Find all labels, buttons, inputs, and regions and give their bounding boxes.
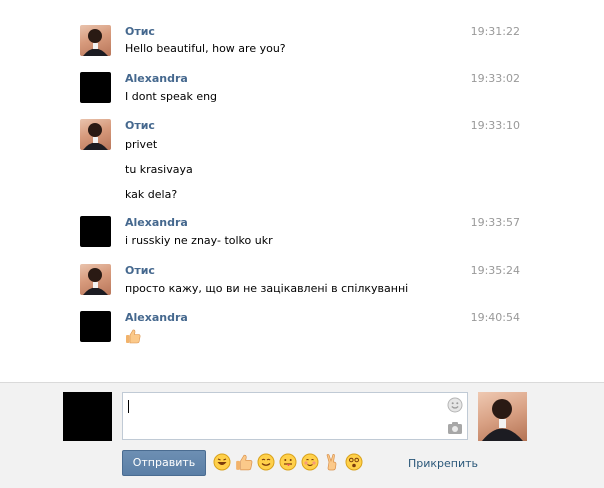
tongue-face-icon[interactable] — [279, 453, 297, 471]
message-text: i russkiy ne znay- tolko ukr — [125, 234, 273, 247]
message-text: tu krasivaya — [125, 163, 193, 176]
message-text: kak dela? — [125, 188, 178, 201]
smile-icon[interactable] — [447, 397, 463, 413]
author-name[interactable]: Отис — [125, 264, 155, 277]
my-avatar[interactable] — [63, 392, 112, 441]
laughing-face-icon[interactable] — [213, 453, 231, 471]
message-text: I dont speak eng — [125, 90, 218, 103]
avatar[interactable] — [80, 264, 111, 295]
message-history: Отис 19:31:22 Hello beautiful, how are y… — [0, 0, 604, 382]
message-text: privet — [125, 138, 158, 151]
message-input[interactable] — [122, 392, 468, 440]
text-caret — [128, 400, 129, 413]
message-composer: Отправить Прикрепить — [0, 382, 604, 488]
victory-hand-icon[interactable] — [323, 453, 341, 471]
thumbs-up-icon[interactable] — [235, 453, 253, 471]
avatar[interactable] — [80, 25, 111, 56]
avatar[interactable] — [80, 72, 111, 103]
send-button[interactable]: Отправить — [122, 450, 206, 476]
avatar[interactable] — [80, 216, 111, 247]
timestamp[interactable]: 19:40:54 — [471, 311, 520, 324]
camera-icon[interactable] — [447, 421, 463, 435]
avatar[interactable] — [80, 119, 111, 150]
message-text: просто кажу, що ви не зацікавлені в спіл… — [125, 282, 409, 295]
avatar[interactable] — [80, 311, 111, 342]
peer-avatar[interactable] — [478, 392, 527, 441]
timestamp[interactable]: 19:35:24 — [471, 264, 520, 277]
author-name[interactable]: Alexandra — [125, 311, 188, 324]
author-name[interactable]: Отис — [125, 119, 155, 132]
author-name[interactable]: Alexandra — [125, 216, 188, 229]
author-name[interactable]: Отис — [125, 25, 155, 38]
thumbs-up-icon — [125, 328, 141, 347]
blushing-face-icon[interactable] — [301, 453, 319, 471]
timestamp[interactable]: 19:33:57 — [471, 216, 520, 229]
timestamp[interactable]: 19:33:10 — [471, 119, 520, 132]
timestamp[interactable]: 19:33:02 — [471, 72, 520, 85]
smiling-face-icon[interactable] — [257, 453, 275, 471]
attach-link[interactable]: Прикрепить — [408, 457, 478, 470]
author-name[interactable]: Alexandra — [125, 72, 188, 85]
dizzy-face-icon[interactable] — [345, 453, 363, 471]
message-text: Hello beautiful, how are you? — [125, 42, 286, 55]
timestamp[interactable]: 19:31:22 — [471, 25, 520, 38]
